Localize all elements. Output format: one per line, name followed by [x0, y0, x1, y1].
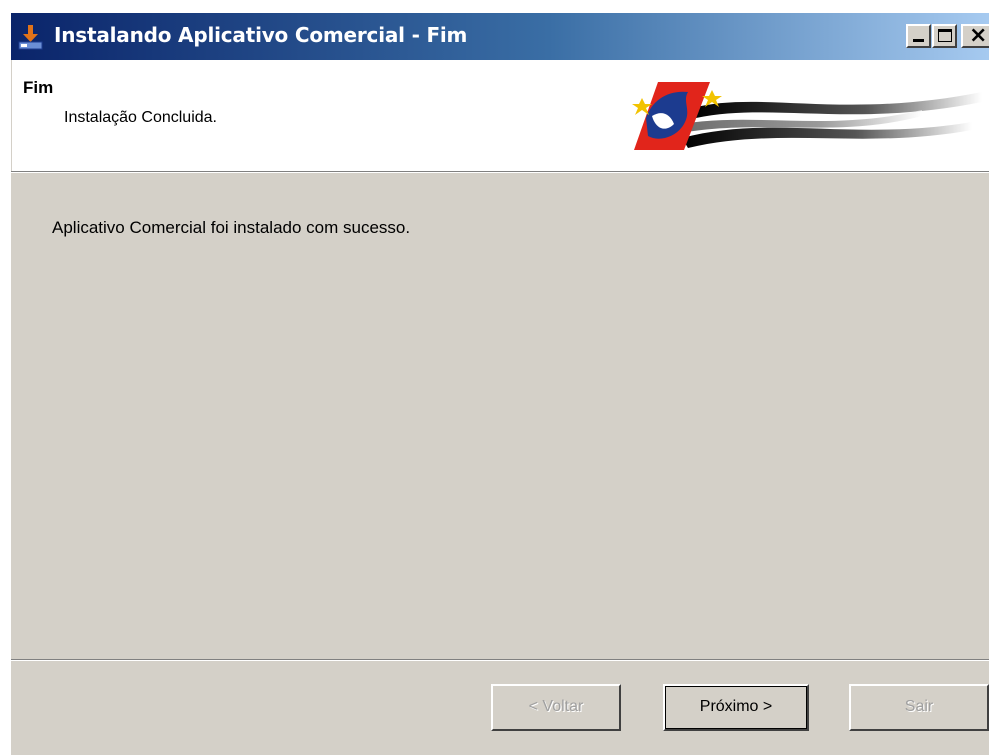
completion-message: Aplicativo Comercial foi instalado com s…: [52, 218, 411, 237]
wizard-header: Fim Instalação Concluida.: [11, 60, 989, 171]
back-button[interactable]: < Voltar: [491, 684, 621, 731]
close-icon: ×: [969, 23, 988, 48]
sao-paulo-flag-banner: [632, 82, 982, 150]
minimize-button[interactable]: [906, 24, 931, 48]
close-button[interactable]: ×: [961, 23, 989, 48]
wizard-body: Aplicativo Comercial foi instalado com s…: [11, 173, 989, 755]
footer-separator: [11, 659, 989, 661]
next-button[interactable]: Próximo >: [663, 684, 809, 731]
maximize-icon: [938, 29, 952, 42]
step-title: Fim: [23, 78, 54, 97]
window-title: Instalando Aplicativo Comercial - Fim: [54, 23, 468, 47]
exit-button[interactable]: Sair: [849, 684, 989, 731]
minimize-icon: [913, 39, 924, 42]
step-subtitle: Instalação Concluida.: [64, 109, 217, 126]
window-titlebar[interactable]: Instalando Aplicativo Comercial - Fim ×: [11, 13, 989, 60]
maximize-button[interactable]: [932, 24, 957, 48]
installer-icon: [17, 24, 44, 51]
